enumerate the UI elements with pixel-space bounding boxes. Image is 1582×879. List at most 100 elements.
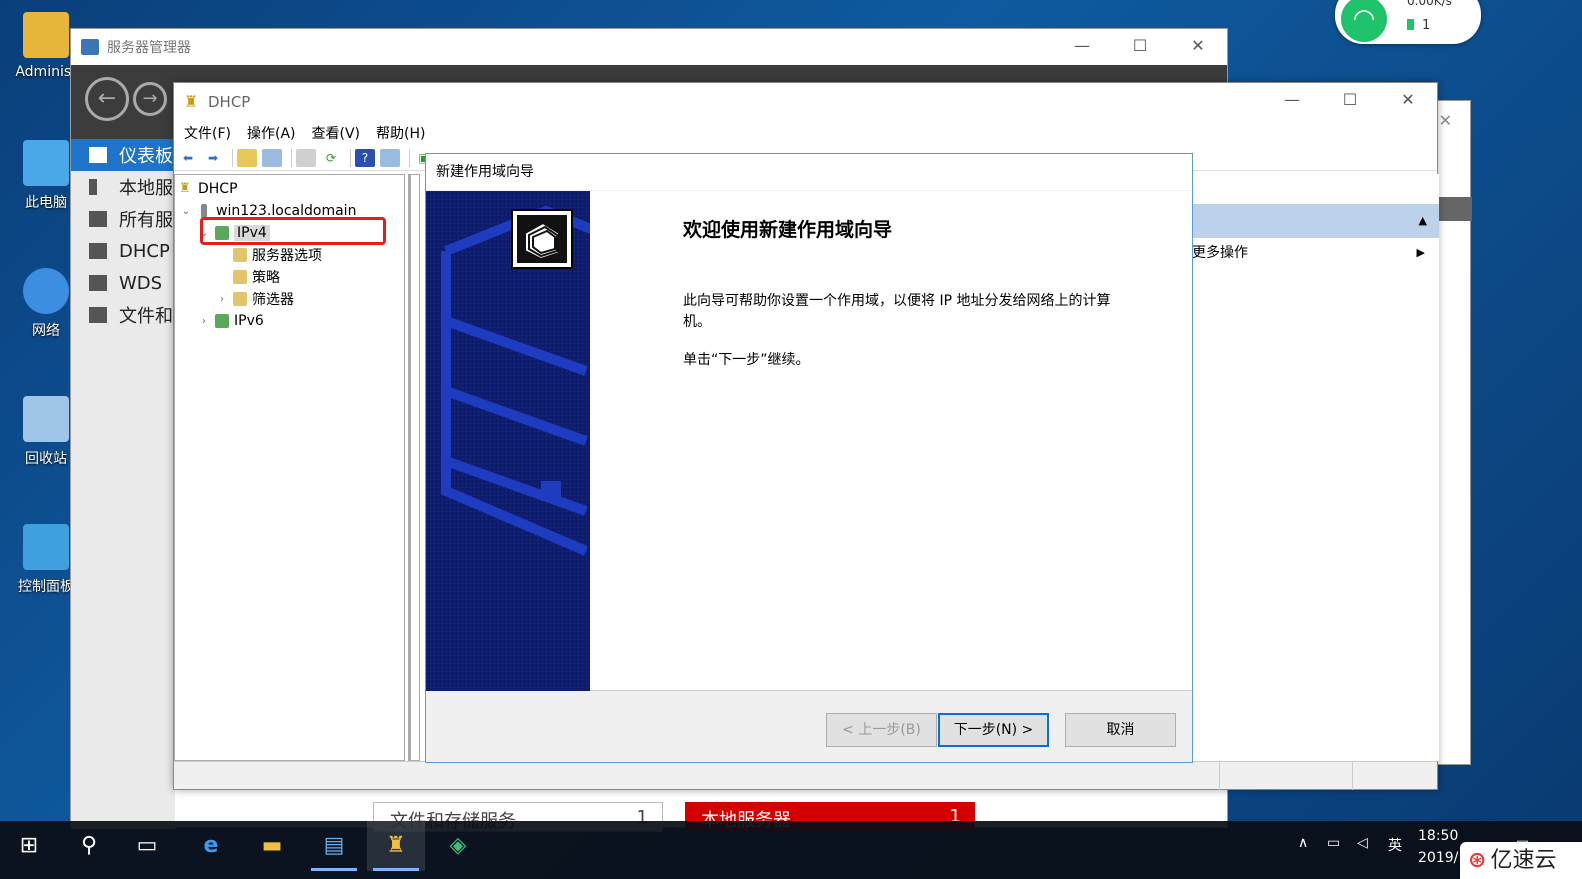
network-widget[interactable]: ◠ 0.00K/s 1 [1335,0,1481,44]
maximize-button[interactable]: ☐ [1111,29,1169,63]
minimize-button[interactable]: — [1053,29,1111,63]
forward-icon[interactable]: ➡ [203,149,223,167]
back-icon[interactable]: ⬅ [178,149,198,167]
window-controls: — ☐ ✕ [1263,83,1437,117]
status-segment [1219,762,1220,790]
minimize-button[interactable]: — [1263,83,1321,117]
toolbar-separator [350,148,351,167]
options-icon [233,248,247,262]
servers-icon [89,211,107,227]
server-manager-taskbar-icon[interactable]: ▤ [305,821,363,871]
properties-icon[interactable] [296,148,316,167]
dhcp-trophy-icon: ♜ [184,92,199,111]
window-title: 服务器管理器 [107,40,191,56]
results-pane [408,174,420,761]
menu-view[interactable]: 查看(V) [312,123,361,143]
internet-explorer-icon[interactable]: e [182,821,240,871]
chevron-right-icon[interactable]: › [215,294,229,305]
chevron-right-icon[interactable]: › [197,316,211,327]
back-arrow-icon[interactable]: ← [85,77,129,121]
network-app-icon[interactable]: ◈ [429,821,487,871]
volume-muted-icon[interactable]: ◁ [1357,835,1368,851]
close-button[interactable]: ✕ [1169,29,1227,63]
dhcp-trophy-icon: ♜ [179,181,191,196]
device-count: 1 [1407,18,1430,33]
ipv6-icon [215,314,229,328]
status-segment [1352,762,1353,790]
recycle-bin-icon [23,396,69,442]
server-manager-icon [81,39,99,55]
action-pane-icon[interactable] [380,148,400,167]
device-icon [1407,19,1414,30]
server-icon [201,204,207,218]
more-actions[interactable]: 更多操作 ▶ [1192,240,1439,266]
toolbar-separator [291,148,292,167]
menu-help[interactable]: 帮助(H) [376,123,425,143]
close-button[interactable]: ✕ [1379,83,1437,117]
help-icon[interactable]: ? [355,148,375,167]
wizard-description: 此向导可帮助你设置一个作用域，以便将 IP 地址分发给网络上的计算机。 [683,293,1111,330]
refresh-icon[interactable]: ⟳ [321,149,341,167]
sidebar-item-dashboard[interactable]: 仪表板 [71,139,175,171]
policy-icon [233,270,247,284]
menu-action[interactable]: 操作(A) [247,123,296,143]
tree-item-ipv6[interactable]: › IPv6 [197,310,264,332]
tree-item-dhcp[interactable]: ♜ DHCP [179,178,238,200]
task-view-icon[interactable]: ▭ [118,821,176,871]
network-icon [23,268,69,314]
dashboard-icon [89,147,107,163]
tree-item-server-options[interactable]: 服务器选项 [233,244,322,266]
wizard-hint: 单击“下一步”继续。 [683,352,810,368]
watermark-logo-icon: ⊛ [1468,848,1487,873]
sidebar-item-local-server[interactable]: 本地服务器 [71,171,175,203]
menu-file[interactable]: 文件(F) [184,123,231,143]
clock-date: 2019/ [1418,850,1459,866]
actions-pane: ▲ 更多操作 ▶ [1192,174,1439,761]
chevron-up-icon[interactable]: ∧ [1298,835,1308,851]
maximize-button[interactable]: ☐ [1321,83,1379,117]
sidebar-item-wds[interactable]: WDS [71,267,175,299]
user-folder-icon [23,12,69,58]
clock-time: 18:50 [1418,828,1459,844]
wds-icon [89,275,107,291]
next-button[interactable]: 下一步(N) > [938,713,1049,747]
windows-start-icon[interactable]: ⊞ [0,821,58,871]
cancel-button[interactable]: 取消 [1065,713,1176,747]
sidebar-item-dhcp[interactable]: DHCP [71,235,175,267]
actions-header[interactable]: ▲ [1192,204,1439,238]
forward-arrow-icon[interactable]: → [133,82,167,116]
toolbar-separator [232,148,233,167]
toolbar-separator [409,148,410,167]
collapse-icon[interactable]: ▲ [1419,214,1427,227]
sidebar-item-all-servers[interactable]: 所有服务器 [71,203,175,235]
dhcp-taskbar-icon[interactable]: ♜ [367,821,425,871]
storage-icon [89,307,107,323]
file-explorer-icon[interactable]: ▬ [243,821,301,871]
up-folder-icon[interactable] [237,148,257,167]
window-controls: — ☐ ✕ [1053,29,1227,63]
network-tray-icon[interactable]: ▭ [1327,835,1340,851]
back-button[interactable]: < 上一步(B) [826,713,937,747]
taskbar: ⊞ ⚲ ▭ e ▬ ▤ ♜ ◈ ∧ ▭ ◁ 英 18:50 2019/ ▭ [0,821,1582,879]
show-tree-icon[interactable] [262,148,282,167]
tree-item-filters[interactable]: › 筛选器 [215,288,294,310]
close-icon[interactable]: ✕ [1439,111,1452,130]
server-icon [89,179,97,195]
sidebar-item-file-storage[interactable]: 文件和存储服务 [71,299,175,331]
new-scope-wizard-dialog: 新建作用域向导 欢迎使用新建作用域向导 此向导可帮助你设置一个作用域，以便将 I… [425,153,1193,763]
wizard-body: 欢迎使用新建作用域向导 此向导可帮助你设置一个作用域，以便将 IP 地址分发给网… [426,191,1192,691]
wizard-heading: 欢迎使用新建作用域向导 [683,219,893,241]
control-panel-icon [23,524,69,570]
clock[interactable]: 18:50 2019/ [1418,825,1458,869]
wizard-banner [426,191,590,691]
ime-indicator[interactable]: 英 [1388,835,1402,855]
wifi-icon: ◠ [1341,0,1387,42]
status-bar [174,761,1437,790]
search-icon[interactable]: ⚲ [60,821,118,871]
dhcp-icon [89,243,107,259]
window-title: DHCP [208,93,251,111]
chevron-down-icon[interactable]: ⌄ [179,206,193,217]
console-tree: ♜ DHCP ⌄ win123.localdomain ⌄ IPv4 服务器选项… [174,174,405,761]
network-speed: 0.00K/s [1407,0,1452,8]
tree-item-policies[interactable]: 策略 [233,266,280,288]
